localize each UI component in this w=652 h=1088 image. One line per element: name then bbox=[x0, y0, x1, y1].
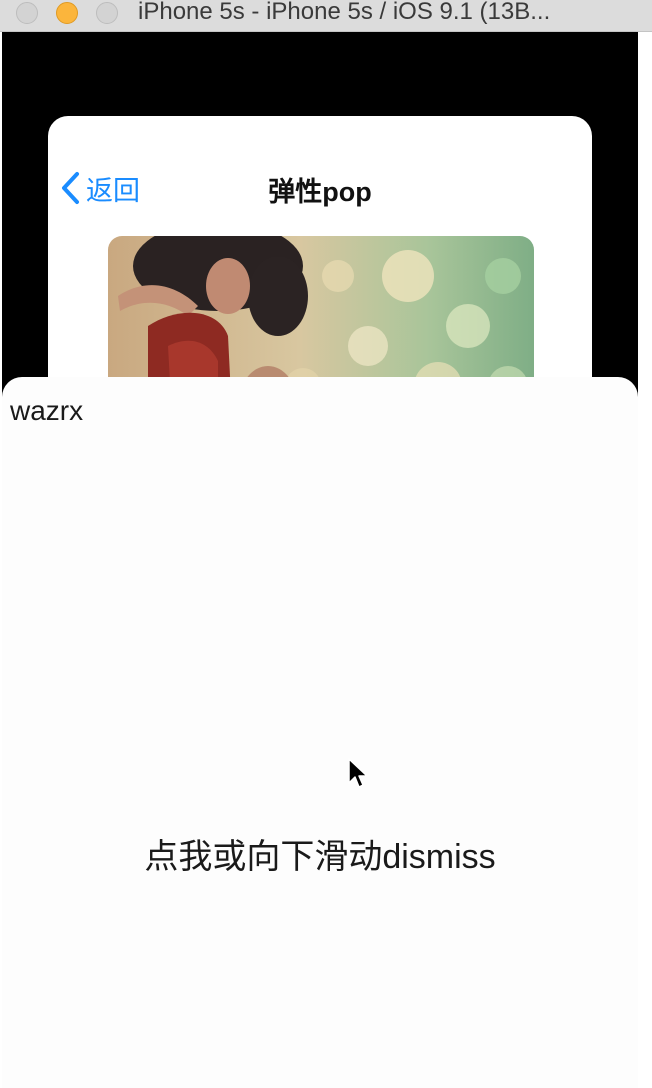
window-title-bar: iPhone 5s - iPhone 5s / iOS 9.1 (13B... bbox=[0, 0, 652, 32]
dismiss-button[interactable]: 点我或向下滑动dismiss bbox=[2, 829, 638, 878]
minimize-window-button[interactable] bbox=[56, 2, 78, 24]
simulator-page: iPhone 5s - iPhone 5s / iOS 9.1 (13B... … bbox=[0, 0, 652, 1088]
zoom-window-button[interactable] bbox=[96, 2, 118, 24]
sheet-label: wazrx bbox=[10, 395, 84, 426]
close-window-button[interactable] bbox=[16, 2, 38, 24]
window-title: iPhone 5s - iPhone 5s / iOS 9.1 (13B... bbox=[138, 0, 551, 25]
nav-title: 弹性pop bbox=[268, 177, 372, 207]
mouse-pointer-icon bbox=[347, 757, 371, 798]
simulator-screen: 返回 弹性pop wazrx 点我或向下滑动dismiss bbox=[2, 32, 638, 1088]
presented-sheet[interactable]: wazrx 点我或向下滑动dismiss bbox=[2, 377, 638, 1088]
